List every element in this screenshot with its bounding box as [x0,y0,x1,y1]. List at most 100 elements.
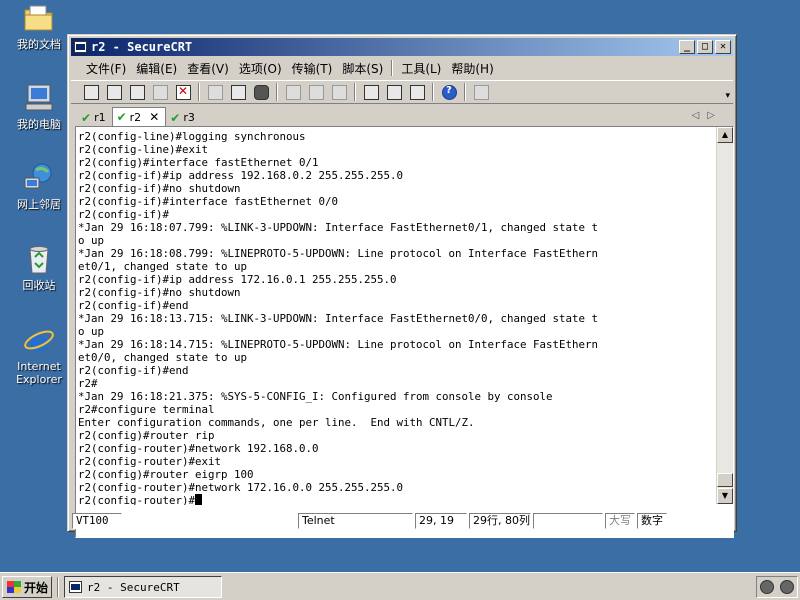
terminal-line: *Jan 29 16:18:07.799: %LINK-3-UPDOWN: In… [78,221,599,234]
terminal-line: r2(config-if)#ip address 172.16.0.1 255.… [78,273,397,286]
terminal-line: r2(config-router)#network 192.168.0.0 [78,442,319,455]
taskbar: 开始 r2 - SecureCRT [0,572,800,600]
tab-scroll-arrows-icon[interactable]: ◁▷ [692,110,723,121]
my-computer-icon [22,82,56,114]
status-num: 数字 [637,513,667,529]
menu-file[interactable]: 文件(F) [81,60,131,77]
toolbar-separator [354,83,356,101]
desktop-icon-label: 回收站 [22,279,56,292]
status-bar: 就绪 Telnet 29, 19 29行, 80列 VT100 大写 数字 [71,512,733,530]
taskbar-item-label: r2 - SecureCRT [87,580,180,594]
maximize-button[interactable]: □ [697,40,713,54]
status-protocol: Telnet [298,513,413,529]
desktop-icon-label: 我的电脑 [17,118,61,131]
terminal-output[interactable]: r2(config-line)#logging synchronous r2(co… [77,128,717,505]
window-title: r2 - SecureCRT [91,40,193,54]
menu-edit[interactable]: 编辑(E) [131,60,182,77]
terminal-line: r2(config-line)#exit [78,143,209,156]
close-button[interactable]: ✕ [715,40,731,54]
terminal-line: o up [78,234,105,247]
terminal-line: *Jan 29 16:18:08.799: %LINEPROTO-5-UPDOW… [78,247,599,260]
toolbar-separator [198,83,200,101]
internet-explorer-icon: e [22,324,56,359]
recycle-bin-icon [22,243,56,275]
session-options-icon[interactable] [361,83,381,101]
desktop-icon-network-places[interactable]: 网上邻居 [6,162,72,211]
desktop-icon-my-documents[interactable]: 我的文档 [6,2,72,51]
terminal-prompt: r2(config-router)# [78,494,717,505]
print-setup-icon[interactable] [283,83,303,101]
title-bar[interactable]: r2 - SecureCRT _ □ ✕ [71,38,733,56]
minimize-button[interactable]: _ [679,40,695,54]
connect-icon[interactable] [81,83,101,101]
start-button[interactable]: 开始 [2,576,52,598]
desktop-icon-recycle-bin[interactable]: 回收站 [6,243,72,292]
toolbar-separator [432,83,434,101]
desktop-icon-label: 我的文档 [17,38,61,51]
start-label: 开始 [24,580,49,595]
menu-separator [391,60,394,76]
connect-in-tab-icon[interactable] [127,83,147,101]
terminal-line: r2(config-line)#logging synchronous [78,130,306,143]
toolbar-overflow-icon[interactable]: ▾ [725,91,730,101]
terminal-scrollbar[interactable]: ▲ ▼ [716,127,733,504]
tray-network-icon[interactable] [780,580,794,594]
print-selection-icon[interactable] [306,83,326,101]
terminal-line: r2(config-if)#no shutdown [78,182,241,195]
reconnect-icon[interactable] [150,83,170,101]
tab-r3[interactable]: ✔ r3 [166,109,201,126]
menu-options[interactable]: 选项(O) [234,60,287,77]
menu-transfer[interactable]: 传输(T) [287,60,338,77]
status-caps: 大写 [605,513,635,529]
terminal-line: r2# [78,377,98,390]
find-icon[interactable] [251,83,271,101]
tab-label: r1 [94,111,106,124]
status-cursor-position: 29, 19 [415,513,467,529]
taskbar-separator [57,577,59,597]
tab-close-icon[interactable]: ✕ [149,110,159,124]
menu-view[interactable]: 查看(V) [182,60,234,77]
terminal-line: r2(config-router)#network 172.16.0.0 255… [78,481,404,494]
menu-script[interactable]: 脚本(S) [337,60,388,77]
menu-tools[interactable]: 工具(L) [396,60,446,77]
terminal-line: r2(config)#interface fastEthernet 0/1 [78,156,319,169]
terminal-line: r2(config-if)#end [78,299,189,312]
keymap-icon[interactable] [407,83,427,101]
session-tabs: ✔ r1 ✔ r2 ✕ ✔ r3 ◁▷ [71,107,733,126]
terminal-line: r2(config-if)#interface fastEthernet 0/0 [78,195,339,208]
paste-icon[interactable] [228,83,248,101]
prompt-text: r2(config-router)# [78,494,196,505]
connected-check-icon: ✔ [81,110,92,125]
global-options-icon[interactable] [384,83,404,101]
desktop-icon-internet-explorer[interactable]: e Internet Explorer [6,324,72,386]
terminal-line: r2(config-if)#no shutdown [78,286,241,299]
scroll-down-icon[interactable]: ▼ [717,488,733,504]
terminal-line: r2(config)#router rip [78,429,215,442]
terminal-line: et0/0, changed state to up [78,351,248,364]
menu-help[interactable]: 帮助(H) [446,60,498,77]
scroll-thumb[interactable] [717,473,733,487]
my-documents-icon [22,2,56,34]
sftp-icon[interactable] [471,83,491,101]
disconnect-icon[interactable] [173,83,193,101]
help-icon[interactable] [439,83,459,101]
tab-r1[interactable]: ✔ r1 [77,109,112,126]
desktop-icon-label: 网上邻居 [17,198,61,211]
status-emulation: VT100 [72,513,122,529]
taskbar-item-securecrt[interactable]: r2 - SecureCRT [64,576,222,598]
desktop-icon-my-computer[interactable]: 我的电脑 [6,82,72,131]
terminal-line: *Jan 29 16:18:14.715: %LINEPROTO-5-UPDOW… [78,338,599,351]
tab-r2[interactable]: ✔ r2 ✕ [111,107,167,126]
connected-check-icon: ✔ [170,110,181,125]
terminal-line: et0/1, changed state to up [78,260,248,273]
connected-check-icon: ✔ [116,110,127,124]
terminal-frame: r2(config-line)#logging synchronous r2(co… [75,126,734,538]
quick-connect-icon[interactable] [104,83,124,101]
copy-icon[interactable] [205,83,225,101]
terminal-line: r2#configure terminal [78,403,215,416]
print-icon[interactable] [329,83,349,101]
terminal-line: o up [78,325,105,338]
scroll-up-icon[interactable]: ▲ [717,127,733,143]
terminal-cursor [195,494,203,505]
tray-volume-icon[interactable] [760,580,774,594]
